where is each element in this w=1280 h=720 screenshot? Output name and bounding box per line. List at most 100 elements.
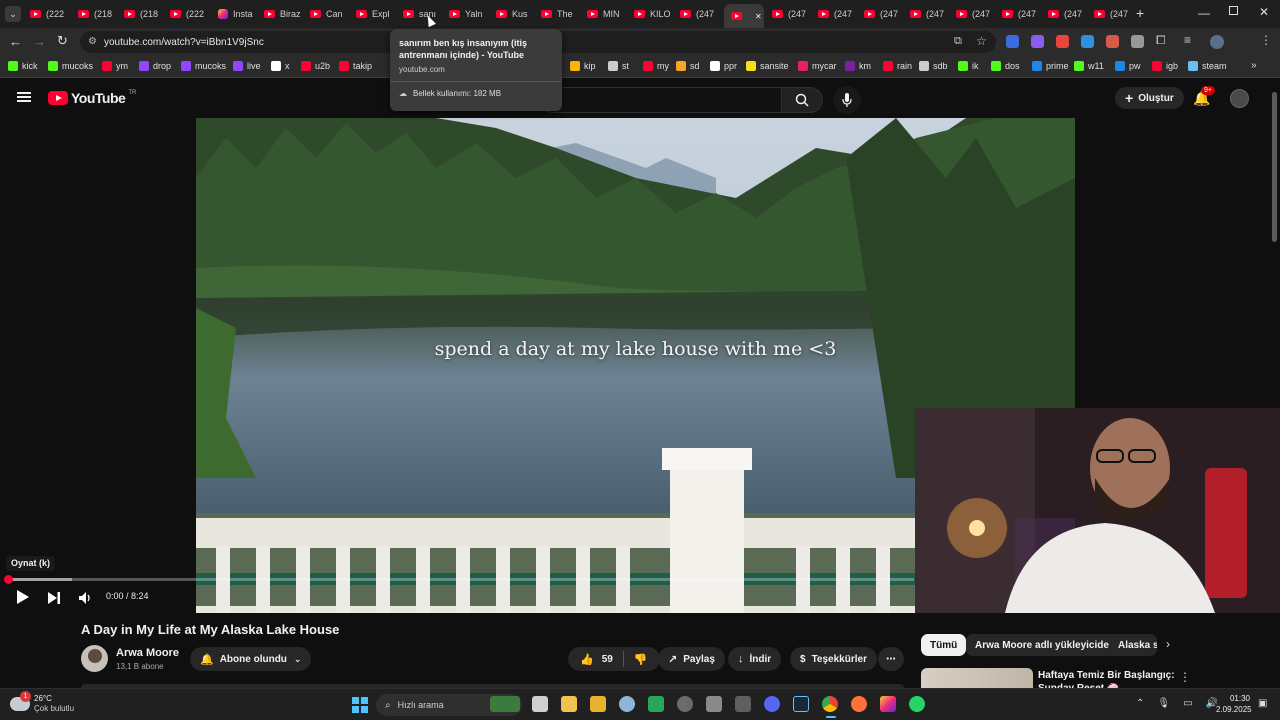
bookmark-item[interactable]: mucoks xyxy=(181,61,226,71)
back-button[interactable]: ← xyxy=(9,34,22,49)
related-more-button[interactable]: ⋮ xyxy=(1179,670,1191,684)
chrome-icon[interactable] xyxy=(822,696,838,712)
related-video-thumbnail[interactable] xyxy=(921,668,1033,688)
extension-icon[interactable] xyxy=(1106,35,1119,48)
bookmark-item[interactable]: kip xyxy=(570,61,596,71)
chevron-up-icon[interactable]: ⌃ xyxy=(1136,698,1144,709)
tab-5[interactable]: Biraz xyxy=(264,4,304,24)
tab-17[interactable]: (247 xyxy=(818,4,858,24)
tab-14[interactable]: (247 xyxy=(680,4,720,24)
reload-button[interactable]: ↻ xyxy=(57,33,68,49)
tab-9[interactable]: Yaln xyxy=(449,4,489,24)
whatsapp-icon[interactable] xyxy=(909,696,925,712)
bookmark-item[interactable]: mucoks xyxy=(48,61,93,71)
chips-next-button[interactable]: › xyxy=(1166,637,1170,651)
search-button[interactable] xyxy=(781,87,823,113)
tray-app-icon[interactable] xyxy=(677,696,693,712)
bookmark-item[interactable]: takip xyxy=(339,61,372,71)
tab-4[interactable]: Insta xyxy=(218,4,258,24)
thanks-button[interactable]: $ Teşekkürler xyxy=(790,647,877,671)
tab-18[interactable]: (247 xyxy=(864,4,904,24)
channel-avatar[interactable] xyxy=(81,645,108,672)
extension-icon[interactable] xyxy=(1006,35,1019,48)
bookmark-item[interactable]: prime xyxy=(1032,61,1069,71)
tab-13[interactable]: KILO xyxy=(634,4,674,24)
like-button[interactable]: 👍 59 👎 xyxy=(568,647,660,671)
voice-search-button[interactable] xyxy=(833,86,861,114)
notification-center-icon[interactable]: ▣ xyxy=(1258,698,1267,709)
bookmark-item[interactable]: km xyxy=(845,61,871,71)
next-button[interactable] xyxy=(48,591,60,609)
new-tab-button[interactable]: + xyxy=(1136,5,1144,21)
bookmark-item[interactable]: ym xyxy=(102,61,128,71)
tab-3[interactable]: (222 xyxy=(170,4,210,24)
more-actions-button[interactable]: ⋯ xyxy=(878,647,904,671)
bookmark-star-icon[interactable]: ☆ xyxy=(976,34,987,48)
app-icon[interactable] xyxy=(735,696,751,712)
file-explorer-icon[interactable] xyxy=(561,696,577,712)
weather-widget[interactable]: 1 26°C Çok bulutlu xyxy=(10,691,74,714)
extension-icon[interactable] xyxy=(1131,35,1144,48)
tab-19[interactable]: (247 xyxy=(910,4,950,24)
app-icon[interactable] xyxy=(706,696,722,712)
bookmark-item[interactable]: mycar xyxy=(798,61,837,71)
headset-app-icon[interactable] xyxy=(648,696,664,712)
tab-21[interactable]: (247 xyxy=(1002,4,1042,24)
start-button[interactable] xyxy=(352,697,368,713)
tab-23[interactable]: (247 xyxy=(1094,4,1134,24)
task-view-icon[interactable] xyxy=(532,696,548,712)
tab-15[interactable]: ✕ xyxy=(724,4,764,28)
tab-12[interactable]: MIN xyxy=(587,4,627,24)
install-icon[interactable]: ⧉ xyxy=(954,35,962,48)
minimize-button[interactable]: — xyxy=(1198,6,1210,20)
steam-icon[interactable] xyxy=(793,696,809,712)
search-input[interactable] xyxy=(540,87,782,113)
maximize-button[interactable] xyxy=(1229,6,1238,15)
bookmark-item[interactable]: rain xyxy=(883,61,912,71)
microphone-icon[interactable]: 🎙 xyxy=(1157,698,1170,709)
settings-icon[interactable] xyxy=(619,696,635,712)
tab-22[interactable]: (247 xyxy=(1048,4,1088,24)
bookmark-item[interactable]: drop xyxy=(139,61,171,71)
instagram-icon[interactable] xyxy=(880,696,896,712)
site-info-icon[interactable]: ⚙ xyxy=(88,36,97,47)
tab-0[interactable]: (222 xyxy=(30,4,70,24)
discord-icon[interactable] xyxy=(764,696,780,712)
bookmark-item[interactable]: sd xyxy=(676,61,700,71)
bookmark-item[interactable]: w11 xyxy=(1074,61,1104,71)
more-bookmarks-button[interactable]: » xyxy=(1251,60,1257,71)
account-avatar[interactable] xyxy=(1230,89,1249,108)
bookmark-item[interactable]: sdb xyxy=(919,61,948,71)
tab-2[interactable]: (218 xyxy=(124,4,164,24)
subscribed-button[interactable]: 🔔 Abone olundu ⌄ xyxy=(190,647,312,671)
bookmark-item[interactable]: ppr xyxy=(710,61,737,71)
taskbar-app-icon[interactable] xyxy=(490,696,520,712)
puzzle-icon[interactable]: ⧠ xyxy=(1156,33,1166,48)
reading-list-icon[interactable]: ≡ xyxy=(1184,33,1191,47)
bookmark-item[interactable]: live xyxy=(233,61,261,71)
bookmark-item[interactable]: my xyxy=(643,61,669,71)
bookmark-item[interactable]: sansite xyxy=(746,61,789,71)
channel-name[interactable]: Arwa Moore xyxy=(116,647,179,659)
page-scrollbar[interactable] xyxy=(1272,92,1277,242)
bookmark-item[interactable]: kick xyxy=(8,61,38,71)
share-button[interactable]: ↗ Paylaş xyxy=(658,647,725,671)
tab-10[interactable]: Kus xyxy=(496,4,536,24)
youtube-logo[interactable]: YouTube TR xyxy=(48,90,136,106)
volume-button[interactable] xyxy=(79,591,91,609)
bookmark-item[interactable]: dos xyxy=(991,61,1020,71)
bookmark-item[interactable]: u2b xyxy=(301,61,330,71)
related-video-title[interactable]: Haftaya Temiz Bir Başlangıç: Sunday Rese… xyxy=(1038,669,1175,688)
bookmark-item[interactable]: pw xyxy=(1115,61,1141,71)
clock[interactable]: 01:30 2.09.2025 xyxy=(1216,693,1252,715)
extension-icon[interactable] xyxy=(1031,35,1044,48)
firefox-icon[interactable] xyxy=(851,696,867,712)
tab-11[interactable]: The xyxy=(541,4,581,24)
tab-close-icon[interactable]: ✕ xyxy=(755,12,762,21)
bookmark-item[interactable]: igb xyxy=(1152,61,1178,71)
chip-from-uploader[interactable]: Arwa Moore adlı yükleyiciden xyxy=(966,634,1125,656)
network-icon[interactable]: ▭ xyxy=(1183,698,1192,709)
avatar[interactable] xyxy=(1210,35,1224,49)
hamburger-menu-button[interactable] xyxy=(17,92,31,102)
progress-bar[interactable] xyxy=(4,575,914,584)
